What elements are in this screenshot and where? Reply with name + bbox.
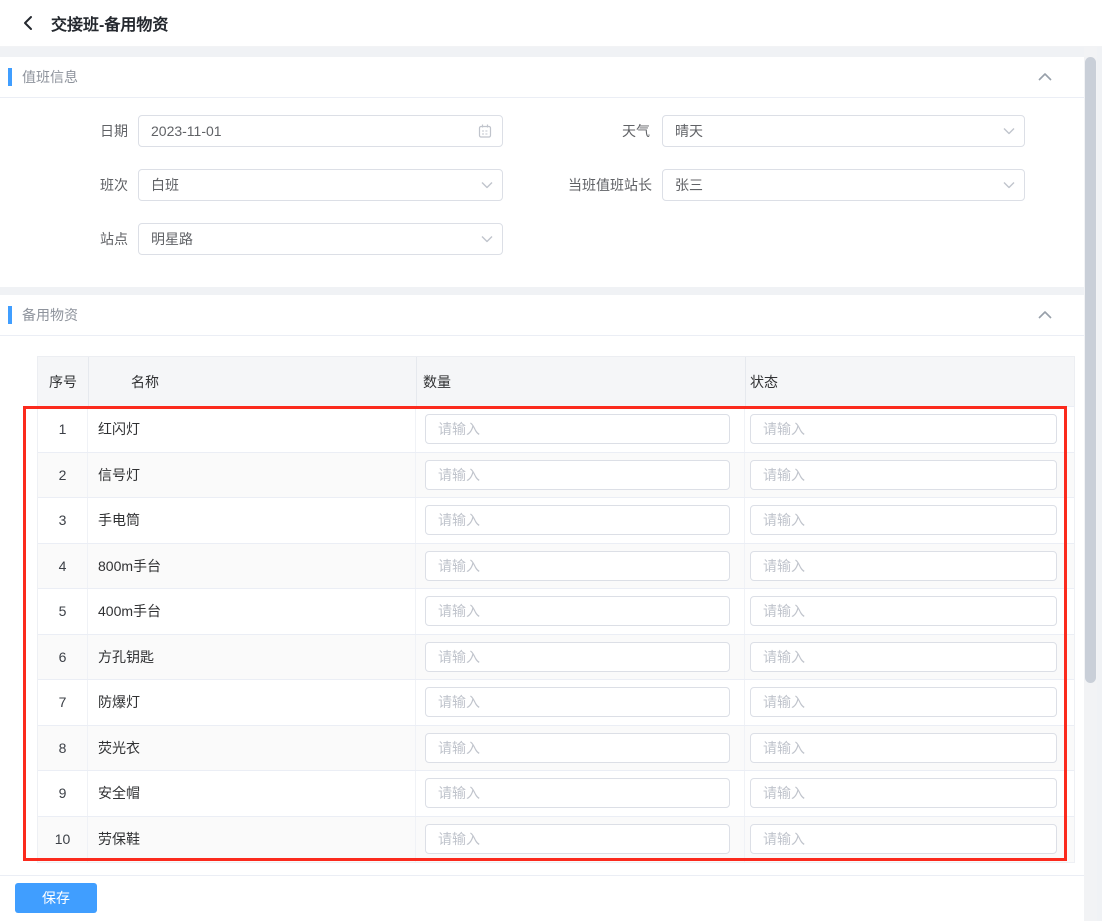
status-input[interactable]	[750, 778, 1057, 808]
weather-select[interactable]: 晴天	[662, 115, 1025, 147]
table-row: 6 方孔钥匙	[38, 635, 1074, 681]
station-value: 明星路	[151, 231, 193, 247]
chevron-down-icon	[481, 181, 493, 189]
table-row: 7 防爆灯	[38, 680, 1074, 726]
column-header-quantity: 数量	[417, 357, 746, 407]
quantity-input[interactable]	[425, 505, 730, 535]
quantity-input[interactable]	[425, 414, 730, 444]
date-label: 日期	[40, 115, 128, 147]
row-name: 荧光衣	[88, 726, 416, 771]
quantity-input[interactable]	[425, 551, 730, 581]
row-index: 4	[38, 544, 88, 589]
back-button[interactable]	[18, 13, 38, 33]
scrollbar-thumb[interactable]	[1085, 57, 1096, 683]
row-name: 防爆灯	[88, 680, 416, 725]
date-input[interactable]	[151, 116, 472, 146]
weather-label: 天气	[520, 115, 650, 147]
status-input[interactable]	[750, 596, 1057, 626]
table-row: 5 400m手台	[38, 589, 1074, 635]
footer-bar: 保存	[0, 875, 1084, 921]
row-name: 方孔钥匙	[88, 635, 416, 680]
scrollbar-track[interactable]	[1084, 47, 1097, 921]
column-header-name: 名称	[89, 357, 417, 407]
row-name: 400m手台	[88, 589, 416, 634]
status-input[interactable]	[750, 642, 1057, 672]
status-input[interactable]	[750, 824, 1057, 854]
duty-info-section-header: 值班信息	[0, 57, 1084, 98]
duty-master-value: 张三	[675, 177, 703, 193]
chevron-down-icon	[1003, 181, 1015, 189]
row-name: 红闪灯	[88, 407, 416, 452]
section-accent-bar	[8, 68, 12, 86]
status-input[interactable]	[750, 733, 1057, 763]
quantity-input[interactable]	[425, 778, 730, 808]
row-index: 7	[38, 680, 88, 725]
quantity-input[interactable]	[425, 642, 730, 672]
quantity-input[interactable]	[425, 824, 730, 854]
chevron-up-icon	[1038, 311, 1052, 320]
status-input[interactable]	[750, 414, 1057, 444]
status-input[interactable]	[750, 551, 1057, 581]
top-bar: 交接班-备用物资	[0, 0, 1102, 47]
station-label: 站点	[40, 223, 128, 255]
row-index: 1	[38, 407, 88, 452]
supplies-table: 序号 名称 数量 状态 1 红闪灯 2 信号灯 3 手电筒	[37, 356, 1075, 863]
row-index: 8	[38, 726, 88, 771]
chevron-up-icon	[1038, 73, 1052, 82]
row-name: 安全帽	[88, 771, 416, 816]
duty-info-collapse-toggle[interactable]	[1038, 73, 1052, 82]
duty-info-section-title: 值班信息	[22, 67, 78, 87]
status-input[interactable]	[750, 505, 1057, 535]
supplies-section-header: 备用物资	[0, 295, 1084, 336]
page-title: 交接班-备用物资	[51, 11, 168, 35]
table-body: 1 红闪灯 2 信号灯 3 手电筒 4 800m手台	[37, 406, 1075, 863]
quantity-input[interactable]	[425, 596, 730, 626]
row-index: 3	[38, 498, 88, 543]
row-index: 5	[38, 589, 88, 634]
row-index: 6	[38, 635, 88, 680]
row-name: 劳保鞋	[88, 817, 416, 863]
weather-value: 晴天	[675, 123, 703, 139]
duty-master-select[interactable]: 张三	[662, 169, 1025, 201]
table-header-row: 序号 名称 数量 状态	[37, 356, 1075, 406]
duty-info-card: 值班信息 日期 天气 晴天 班次 白班	[0, 57, 1084, 287]
calendar-icon	[477, 123, 493, 139]
row-name: 手电筒	[88, 498, 416, 543]
table-row: 4 800m手台	[38, 544, 1074, 590]
supplies-section-title: 备用物资	[22, 305, 78, 325]
quantity-input[interactable]	[425, 733, 730, 763]
row-index: 9	[38, 771, 88, 816]
table-row: 10 劳保鞋	[38, 817, 1074, 863]
table-row: 3 手电筒	[38, 498, 1074, 544]
supplies-collapse-toggle[interactable]	[1038, 311, 1052, 320]
quantity-input[interactable]	[425, 460, 730, 490]
table-row: 8 荧光衣	[38, 726, 1074, 772]
quantity-input[interactable]	[425, 687, 730, 717]
row-index: 10	[38, 817, 88, 863]
table-row: 2 信号灯	[38, 453, 1074, 499]
table-row: 9 安全帽	[38, 771, 1074, 817]
row-name: 800m手台	[88, 544, 416, 589]
shift-select[interactable]: 白班	[138, 169, 503, 201]
shift-label: 班次	[40, 169, 128, 201]
chevron-left-icon	[22, 15, 34, 31]
chevron-down-icon	[481, 235, 493, 243]
status-input[interactable]	[750, 687, 1057, 717]
row-name: 信号灯	[88, 453, 416, 498]
row-index: 2	[38, 453, 88, 498]
column-header-no: 序号	[38, 357, 89, 407]
shift-value: 白班	[151, 177, 179, 193]
save-button[interactable]: 保存	[15, 883, 97, 913]
section-accent-bar	[8, 306, 12, 324]
supplies-card: 备用物资 序号 名称 数量 状态 1 红闪灯 2 信号灯	[0, 295, 1084, 921]
date-picker[interactable]	[138, 115, 503, 147]
status-input[interactable]	[750, 460, 1057, 490]
duty-master-label: 当班值班站长	[520, 169, 652, 201]
station-select[interactable]: 明星路	[138, 223, 503, 255]
column-header-status: 状态	[746, 357, 1076, 407]
table-row: 1 红闪灯	[38, 407, 1074, 453]
chevron-down-icon	[1003, 127, 1015, 135]
